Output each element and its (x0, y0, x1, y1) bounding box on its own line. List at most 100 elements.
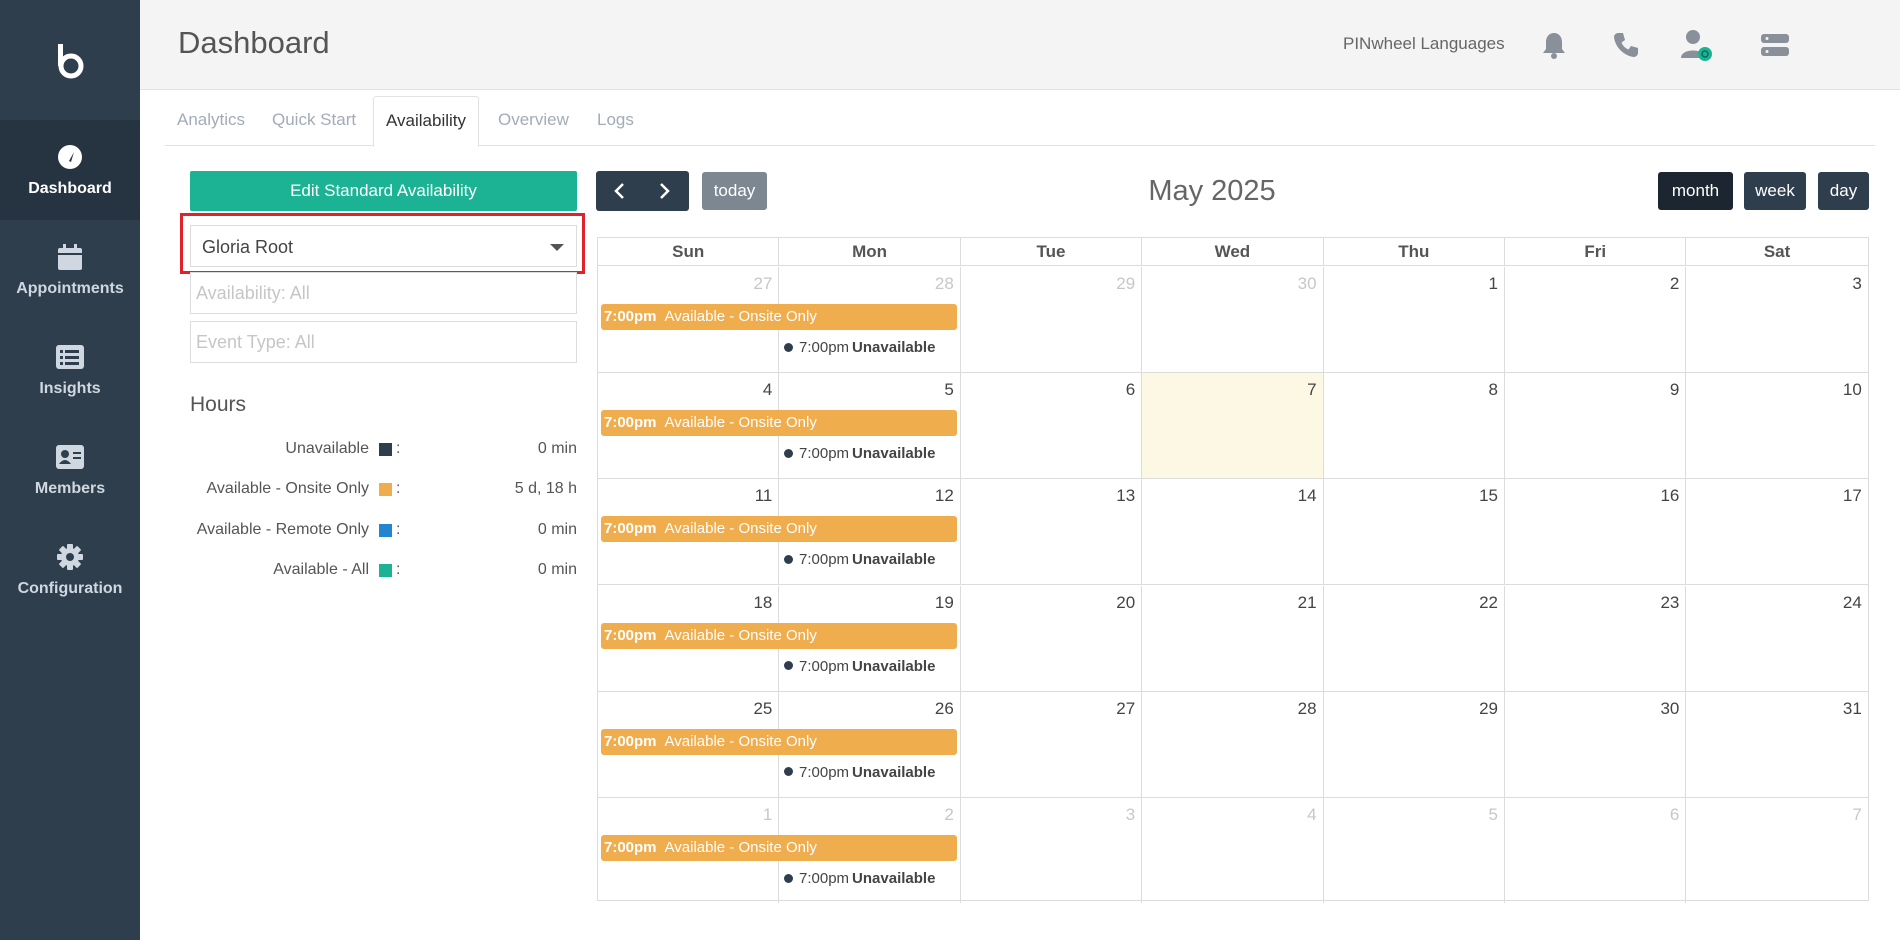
event-unavailable[interactable]: 7:00pm Unavailable (784, 870, 935, 890)
day-number[interactable]: 28 (1298, 699, 1317, 719)
event-unavailable[interactable]: 7:00pm Unavailable (784, 551, 935, 571)
sidebar-item-configuration[interactable]: Configuration (0, 520, 140, 620)
day-number[interactable]: 8 (1489, 380, 1498, 400)
day-number[interactable]: 2 (944, 805, 953, 825)
server-icon[interactable] (1758, 28, 1792, 62)
calendar-day-cell[interactable]: 6 (961, 373, 1143, 479)
event-type-filter[interactable]: Event Type: All (190, 321, 577, 363)
calendar-day-cell[interactable]: 20 (961, 585, 1143, 691)
calendar-day-cell[interactable]: 3 (961, 798, 1143, 903)
event-available-onsite[interactable]: 7:00pm Available - Onsite Only (601, 516, 957, 543)
calendar-day-cell[interactable]: 22 (1324, 585, 1505, 691)
next-month-button[interactable] (642, 171, 688, 211)
calendar-day-cell[interactable]: 10 (1686, 373, 1867, 478)
day-number[interactable]: 5 (1489, 805, 1498, 825)
calendar-day-cell[interactable]: 24 (1686, 586, 1867, 691)
day-number[interactable]: 6 (1670, 805, 1679, 825)
calendar-day-cell[interactable]: 30 (1505, 691, 1687, 797)
calendar-day-cell[interactable]: 4 (1142, 798, 1324, 903)
calendar-day-cell[interactable]: 7 (1686, 798, 1867, 903)
event-available-onsite[interactable]: 7:00pm Available - Onsite Only (601, 622, 957, 649)
calendar-day-cell[interactable]: 8 (1324, 373, 1505, 479)
day-number[interactable]: 4 (1307, 805, 1316, 825)
bell-icon[interactable] (1537, 28, 1571, 62)
view-day-button[interactable]: day (1818, 172, 1869, 210)
day-number[interactable]: 20 (1116, 593, 1135, 613)
event-unavailable[interactable]: 7:00pm Unavailable (784, 339, 935, 359)
availability-filter[interactable]: Availability: All (190, 272, 577, 314)
day-number[interactable]: 29 (1116, 274, 1135, 294)
user-status-icon[interactable] (1679, 28, 1713, 62)
phone-icon[interactable] (1609, 28, 1643, 62)
tab-analytics[interactable]: Analytics (165, 96, 257, 146)
sidebar-item-dashboard[interactable]: Dashboard (0, 120, 140, 220)
prev-month-button[interactable] (596, 171, 642, 211)
day-number[interactable]: 3 (1126, 805, 1135, 825)
calendar-day-cell[interactable]: 3 (1686, 267, 1867, 372)
day-number[interactable]: 24 (1843, 593, 1862, 613)
tab-quick-start[interactable]: Quick Start (260, 96, 368, 146)
calendar-day-cell[interactable]: 2 (1505, 267, 1687, 372)
day-number[interactable]: 29 (1479, 699, 1498, 719)
sidebar-item-members[interactable]: Members (0, 420, 140, 520)
calendar-day-cell[interactable]: 17 (1686, 479, 1867, 584)
day-number[interactable]: 3 (1852, 274, 1861, 294)
day-number[interactable]: 30 (1298, 274, 1317, 294)
day-number[interactable]: 11 (755, 486, 773, 506)
event-unavailable[interactable]: 7:00pm Unavailable (784, 764, 935, 784)
calendar-day-cell[interactable]: 13 (961, 479, 1143, 585)
day-number[interactable]: 31 (1843, 699, 1862, 719)
event-unavailable[interactable]: 7:00pm Unavailable (784, 445, 935, 465)
day-number[interactable]: 1 (763, 805, 772, 825)
calendar-day-cell[interactable]: 7 (1142, 373, 1324, 479)
calendar-day-cell[interactable]: 29 (961, 267, 1143, 372)
day-number[interactable]: 15 (1479, 486, 1498, 506)
day-number[interactable]: 26 (935, 699, 954, 719)
calendar-day-cell[interactable]: 1 (1324, 267, 1505, 372)
day-number[interactable]: 7 (1307, 380, 1316, 400)
day-number[interactable]: 27 (753, 274, 772, 294)
event-available-onsite[interactable]: 7:00pm Available - Onsite Only (601, 835, 957, 861)
app-logo[interactable] (0, 0, 140, 120)
view-week-button[interactable]: week (1744, 172, 1806, 210)
calendar-day-cell[interactable]: 30 (1142, 267, 1324, 372)
day-number[interactable]: 21 (1298, 593, 1317, 613)
today-button[interactable]: today (702, 172, 767, 210)
day-number[interactable]: 13 (1116, 486, 1135, 506)
calendar-day-cell[interactable]: 23 (1505, 585, 1687, 691)
day-number[interactable]: 30 (1660, 699, 1679, 719)
calendar-day-cell[interactable]: 6 (1505, 798, 1687, 903)
day-number[interactable]: 5 (944, 380, 953, 400)
event-available-onsite[interactable]: 7:00pm Available - Onsite Only (601, 304, 957, 330)
calendar-day-cell[interactable]: 14 (1142, 479, 1324, 585)
calendar-day-cell[interactable]: 28 (1142, 691, 1324, 797)
tab-availability[interactable]: Availability (373, 96, 480, 147)
event-available-onsite[interactable]: 7:00pm Available - Onsite Only (601, 728, 957, 755)
calendar-day-cell[interactable]: 9 (1505, 373, 1687, 479)
day-number[interactable]: 28 (935, 274, 954, 294)
day-number[interactable]: 9 (1670, 380, 1679, 400)
member-select[interactable]: Gloria Root (190, 225, 577, 267)
view-month-button[interactable]: month (1658, 172, 1733, 210)
day-number[interactable]: 14 (1298, 486, 1317, 506)
day-number[interactable]: 6 (1126, 380, 1135, 400)
day-number[interactable]: 16 (1660, 486, 1679, 506)
day-number[interactable]: 1 (1489, 274, 1498, 294)
calendar-day-cell[interactable]: 15 (1324, 479, 1505, 585)
day-number[interactable]: 2 (1670, 274, 1679, 294)
tab-overview[interactable]: Overview (486, 96, 581, 146)
sidebar-item-appointments[interactable]: Appointments (0, 220, 140, 320)
event-available-onsite[interactable]: 7:00pm Available - Onsite Only (601, 410, 957, 437)
day-number[interactable]: 17 (1843, 486, 1862, 506)
calendar-day-cell[interactable]: 16 (1505, 479, 1687, 585)
day-number[interactable]: 7 (1852, 805, 1861, 825)
day-number[interactable]: 27 (1116, 699, 1135, 719)
event-unavailable[interactable]: 7:00pm Unavailable (784, 658, 935, 678)
day-number[interactable]: 19 (935, 593, 954, 613)
day-number[interactable]: 25 (753, 699, 772, 719)
sidebar-item-insights[interactable]: Insights (0, 320, 140, 420)
day-number[interactable]: 23 (1660, 593, 1679, 613)
calendar-day-cell[interactable]: 27 (961, 691, 1143, 797)
edit-standard-availability-button[interactable]: Edit Standard Availability (190, 171, 577, 211)
calendar-day-cell[interactable]: 5 (1324, 798, 1505, 903)
